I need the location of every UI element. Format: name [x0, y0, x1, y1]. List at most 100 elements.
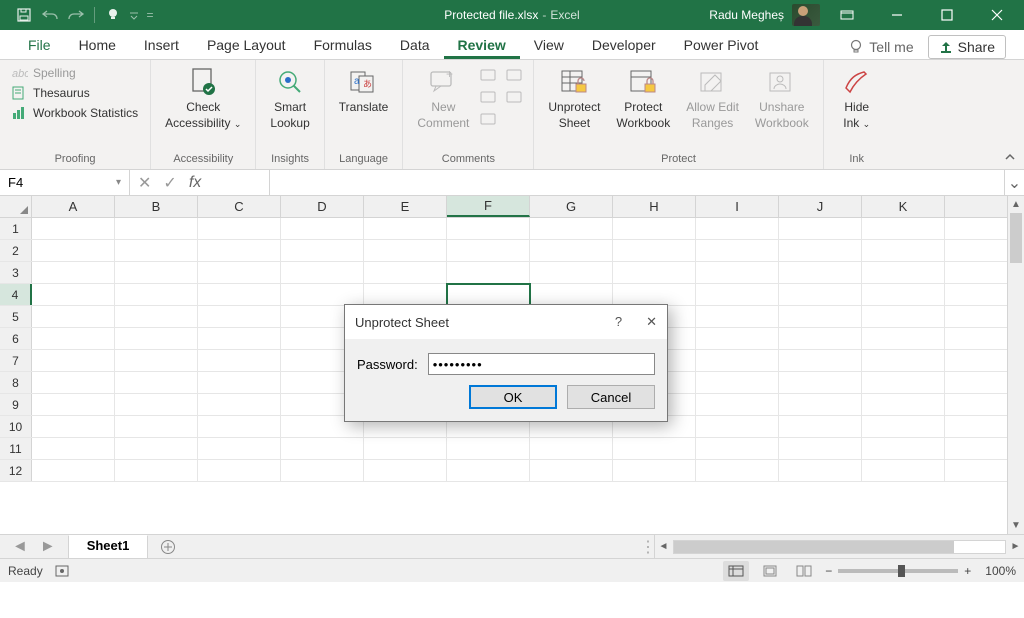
cell[interactable] [364, 460, 447, 481]
row-header[interactable]: 11 [0, 438, 32, 459]
translate-button[interactable]: aあ Translate [333, 64, 395, 133]
cell[interactable] [779, 284, 862, 305]
cell[interactable] [862, 328, 945, 349]
cell[interactable] [281, 218, 364, 239]
cell[interactable] [613, 460, 696, 481]
cell[interactable] [115, 394, 198, 415]
cell[interactable] [281, 240, 364, 261]
column-header[interactable]: H [613, 196, 696, 217]
cell[interactable] [696, 350, 779, 371]
new-sheet-button[interactable] [148, 535, 188, 558]
cell[interactable] [862, 460, 945, 481]
tab-power-pivot[interactable]: Power Pivot [670, 31, 773, 59]
cell[interactable] [696, 284, 779, 305]
cell[interactable] [198, 460, 281, 481]
help-icon[interactable]: ? [615, 314, 622, 330]
close-icon[interactable] [974, 0, 1020, 30]
cell[interactable] [779, 416, 862, 437]
cell[interactable] [696, 372, 779, 393]
check-accessibility-button[interactable]: Check Accessibility ⌄ [159, 64, 247, 133]
row-header[interactable]: 1 [0, 218, 32, 239]
cell[interactable] [32, 394, 115, 415]
next-sheet-icon[interactable]: ► [40, 538, 56, 556]
cell[interactable] [779, 438, 862, 459]
cell[interactable] [32, 306, 115, 327]
page-layout-view-icon[interactable] [757, 561, 783, 581]
redo-icon[interactable] [64, 3, 88, 27]
row-header[interactable]: 10 [0, 416, 32, 437]
cell[interactable] [447, 438, 530, 459]
cell[interactable] [696, 218, 779, 239]
cell[interactable] [364, 218, 447, 239]
column-header[interactable]: C [198, 196, 281, 217]
cell[interactable] [32, 460, 115, 481]
page-break-view-icon[interactable] [791, 561, 817, 581]
dialog-titlebar[interactable]: Unprotect Sheet ? ✕ [345, 305, 667, 339]
tab-file[interactable]: File [14, 31, 65, 59]
cell[interactable] [613, 438, 696, 459]
row-header[interactable]: 6 [0, 328, 32, 349]
thesaurus-button[interactable]: Thesaurus [8, 84, 142, 102]
row-header[interactable]: 12 [0, 460, 32, 481]
cell[interactable] [32, 262, 115, 283]
zoom-percent[interactable]: 100% [985, 564, 1016, 578]
cell[interactable] [613, 240, 696, 261]
cell[interactable] [862, 372, 945, 393]
scroll-left-icon[interactable]: ◄ [655, 541, 672, 552]
ok-button[interactable]: OK [469, 385, 557, 409]
cell[interactable] [198, 328, 281, 349]
cell[interactable] [281, 262, 364, 283]
cell[interactable] [779, 218, 862, 239]
cell[interactable] [779, 394, 862, 415]
column-header[interactable]: F [447, 196, 530, 217]
maximize-icon[interactable] [924, 0, 970, 30]
cell[interactable] [447, 460, 530, 481]
column-header[interactable]: I [696, 196, 779, 217]
cell[interactable] [530, 438, 613, 459]
cell[interactable] [447, 218, 530, 239]
tab-insert[interactable]: Insert [130, 31, 193, 59]
cell[interactable] [862, 284, 945, 305]
tab-home[interactable]: Home [65, 31, 130, 59]
cell[interactable] [198, 372, 281, 393]
cell[interactable] [779, 328, 862, 349]
overflow-icon[interactable]: = [143, 3, 157, 27]
row-header[interactable]: 9 [0, 394, 32, 415]
cell[interactable] [115, 240, 198, 261]
cell[interactable] [115, 416, 198, 437]
cell[interactable] [198, 262, 281, 283]
cell[interactable] [696, 262, 779, 283]
unprotect-sheet-button[interactable]: Unprotect Sheet [542, 64, 606, 133]
cell[interactable] [115, 328, 198, 349]
user-name[interactable]: Radu Megheș [709, 8, 784, 22]
column-header[interactable]: G [530, 196, 613, 217]
scroll-thumb[interactable] [1010, 213, 1022, 263]
cell[interactable] [779, 372, 862, 393]
smart-lookup-button[interactable]: Smart Lookup [264, 64, 315, 133]
name-box[interactable]: F4 ▾ [0, 170, 130, 195]
tab-review[interactable]: Review [444, 31, 520, 59]
cell[interactable] [32, 438, 115, 459]
cell[interactable] [530, 460, 613, 481]
hscroll-thumb[interactable] [674, 541, 954, 553]
tell-me-search[interactable]: Tell me [849, 39, 913, 55]
cell[interactable] [696, 416, 779, 437]
tab-data[interactable]: Data [386, 31, 444, 59]
workbook-stats-button[interactable]: Workbook Statistics [8, 104, 142, 122]
column-header[interactable]: J [779, 196, 862, 217]
tab-formulas[interactable]: Formulas [300, 31, 386, 59]
protect-workbook-button[interactable]: Protect Workbook [610, 64, 676, 133]
column-header[interactable]: K [862, 196, 945, 217]
sheet-tab[interactable]: Sheet1 [68, 535, 149, 558]
cell[interactable] [281, 284, 364, 305]
cell[interactable] [862, 438, 945, 459]
user-avatar[interactable] [792, 4, 820, 26]
cell[interactable] [613, 284, 696, 305]
cell[interactable] [32, 240, 115, 261]
cell[interactable] [198, 438, 281, 459]
cell[interactable] [115, 350, 198, 371]
ribbon-display-icon[interactable] [824, 0, 870, 30]
cell[interactable] [198, 350, 281, 371]
cell[interactable] [779, 306, 862, 327]
share-button[interactable]: Share [928, 35, 1006, 59]
